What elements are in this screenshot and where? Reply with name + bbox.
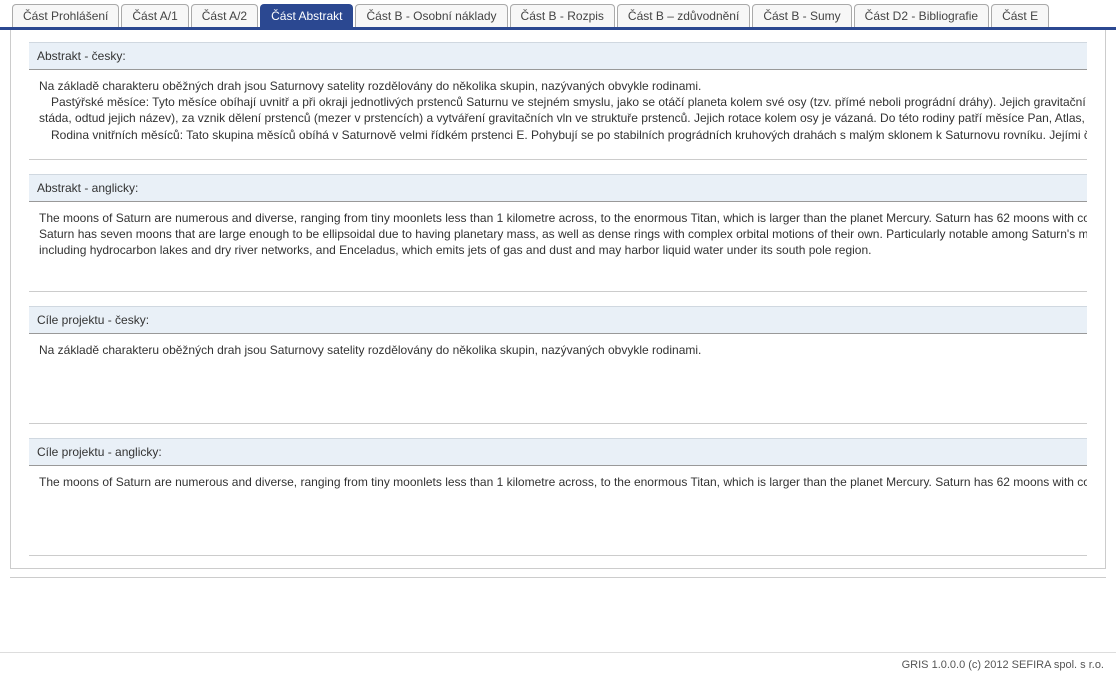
tab-d2-bibliografie[interactable]: Část D2 - Bibliografie xyxy=(854,4,989,27)
text-line: The moons of Saturn are numerous and div… xyxy=(39,210,1077,226)
section-body-abstrakt-en[interactable]: The moons of Saturn are numerous and div… xyxy=(29,202,1087,292)
text-line: Na základě charakteru oběžných drah jsou… xyxy=(39,78,1077,94)
tab-prohlaseni[interactable]: Část Prohlášení xyxy=(12,4,119,27)
section-header-abstrakt-cz: Abstrakt - česky: xyxy=(29,42,1087,70)
tab-a2[interactable]: Část A/2 xyxy=(191,4,258,27)
tab-b-zduvodneni[interactable]: Část B – zdůvodnění xyxy=(617,4,750,27)
text-line: The moons of Saturn are numerous and div… xyxy=(39,474,1077,490)
text-line: Saturn has seven moons that are large en… xyxy=(39,226,1077,242)
section-header-cile-en: Cíle projektu - anglicky: xyxy=(29,438,1087,466)
tab-e[interactable]: Část E xyxy=(991,4,1049,27)
divider xyxy=(10,577,1106,578)
tab-abstrakt[interactable]: Část Abstrakt xyxy=(260,4,353,27)
section-body-cile-en[interactable]: The moons of Saturn are numerous and div… xyxy=(29,466,1087,556)
tab-a1[interactable]: Část A/1 xyxy=(121,4,188,27)
text-line: including hydrocarbon lakes and dry rive… xyxy=(39,242,1077,258)
tab-b-osobni-naklady[interactable]: Část B - Osobní náklady xyxy=(355,4,507,27)
text-line: stáda, odtud jejich název), za vznik děl… xyxy=(39,110,1077,126)
tab-b-sumy[interactable]: Část B - Sumy xyxy=(752,4,851,27)
section-header-abstrakt-en: Abstrakt - anglicky: xyxy=(29,174,1087,202)
text-line: Pastýřské měsíce: Tyto měsíce obíhají uv… xyxy=(39,94,1077,110)
text-line: Na základě charakteru oběžných drah jsou… xyxy=(39,342,1077,358)
section-body-cile-cz[interactable]: Na základě charakteru oběžných drah jsou… xyxy=(29,334,1087,424)
tab-content: Abstrakt - česky: Na základě charakteru … xyxy=(10,30,1106,569)
section-body-abstrakt-cz[interactable]: Na základě charakteru oběžných drah jsou… xyxy=(29,70,1087,160)
section-header-cile-cz: Cíle projektu - česky: xyxy=(29,306,1087,334)
footer-text: GRIS 1.0.0.0 (c) 2012 SEFIRA spol. s r.o… xyxy=(0,652,1116,677)
text-line: Rodina vnitřních měsíců: Tato skupina mě… xyxy=(39,127,1077,143)
tab-b-rozpis[interactable]: Část B - Rozpis xyxy=(510,4,615,27)
tab-bar: Část Prohlášení Část A/1 Část A/2 Část A… xyxy=(0,0,1116,30)
